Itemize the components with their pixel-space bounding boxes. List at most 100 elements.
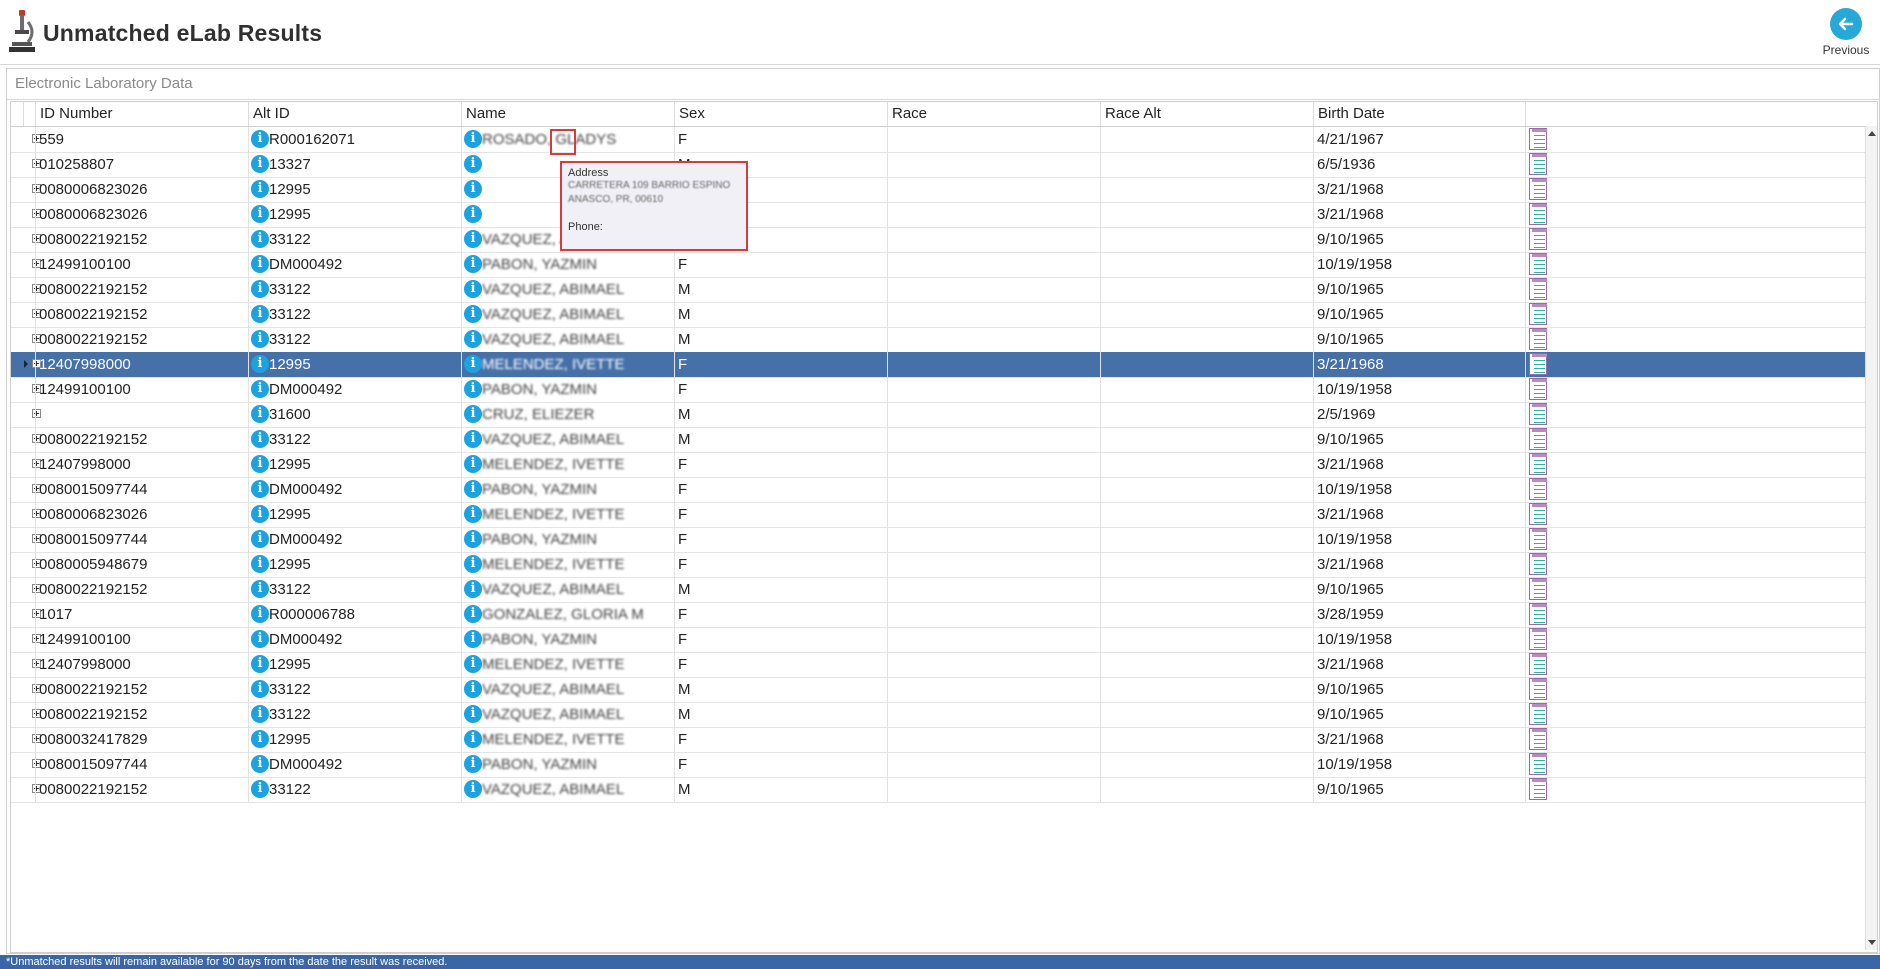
info-icon[interactable]: i bbox=[464, 130, 482, 148]
info-icon[interactable]: i bbox=[251, 630, 269, 648]
info-icon[interactable]: i bbox=[251, 780, 269, 798]
header-race-alt[interactable]: Race Alt bbox=[1100, 102, 1313, 126]
info-icon[interactable]: i bbox=[251, 305, 269, 323]
table-row[interactable]: 0080022192152i33122iVAZQUEZ, ABIMAELM9/1… bbox=[11, 577, 1866, 603]
info-icon[interactable]: i bbox=[464, 755, 482, 773]
info-icon[interactable]: i bbox=[464, 555, 482, 573]
info-icon[interactable]: i bbox=[464, 330, 482, 348]
info-icon[interactable]: i bbox=[251, 405, 269, 423]
report-icon[interactable] bbox=[1529, 503, 1547, 525]
info-icon[interactable]: i bbox=[464, 380, 482, 398]
info-icon[interactable]: i bbox=[464, 455, 482, 473]
scroll-up-icon[interactable] bbox=[1868, 131, 1876, 136]
table-row[interactable]: 0080022192152i33122iVAZQUEZ, ABIMAELM9/1… bbox=[11, 302, 1866, 328]
info-icon[interactable]: i bbox=[251, 180, 269, 198]
info-icon[interactable]: i bbox=[464, 480, 482, 498]
table-row[interactable]: 12407998000 i 12995 i MELENDEZ, IVETTE F 3/21/… bbox=[11, 352, 1866, 378]
info-icon[interactable]: i bbox=[464, 655, 482, 673]
report-icon[interactable] bbox=[1529, 603, 1547, 625]
info-icon[interactable]: i bbox=[251, 480, 269, 498]
info-icon[interactable]: i bbox=[464, 205, 482, 223]
table-row[interactable]: 0080022192152i33122iVAZQUEZ, ABIMAELM9/1… bbox=[11, 227, 1866, 253]
previous-button[interactable]: Previous bbox=[1816, 6, 1876, 62]
report-icon[interactable] bbox=[1529, 328, 1547, 350]
report-icon[interactable] bbox=[1529, 628, 1547, 650]
info-icon[interactable]: i bbox=[464, 705, 482, 723]
info-icon[interactable]: i bbox=[464, 230, 482, 248]
table-row[interactable]: 0080006823026i12995iF3/21/1968 bbox=[11, 177, 1866, 203]
table-row[interactable]: 0080022192152i33122iVAZQUEZ, ABIMAELM9/1… bbox=[11, 702, 1866, 728]
table-row[interactable]: 12499100100 i DM000492 i PABON, YAZMIN F 10/19… bbox=[11, 627, 1866, 653]
report-icon[interactable] bbox=[1529, 178, 1547, 200]
report-icon[interactable] bbox=[1529, 553, 1547, 575]
info-icon[interactable]: i bbox=[464, 630, 482, 648]
info-icon[interactable]: i bbox=[251, 580, 269, 598]
table-row[interactable]: 0080022192152i33122iVAZQUEZ, ABIMAELM9/1… bbox=[11, 427, 1866, 453]
report-icon[interactable] bbox=[1529, 278, 1547, 300]
report-icon[interactable] bbox=[1529, 478, 1547, 500]
table-row[interactable]: 1017 i R000006788 i GONZALEZ, GLORIA M F 3/28/… bbox=[11, 602, 1866, 628]
info-icon[interactable]: i bbox=[464, 405, 482, 423]
header-race[interactable]: Race bbox=[887, 102, 1100, 126]
report-icon[interactable] bbox=[1529, 153, 1547, 175]
table-row[interactable]: i 31600 i CRUZ, ELIEZER M 2/5/1969 bbox=[11, 402, 1866, 428]
info-icon[interactable]: i bbox=[251, 505, 269, 523]
table-row[interactable]: 0080005948679 i 12995 i MELENDEZ, IVETTE F 3/2… bbox=[11, 552, 1866, 578]
info-icon[interactable]: i bbox=[464, 255, 482, 273]
table-row[interactable]: 559 i R000162071 i ROSADO, GLADYS F 4/21/1967 bbox=[11, 127, 1866, 153]
report-icon[interactable] bbox=[1529, 428, 1547, 450]
table-row[interactable]: 12499100100 i DM000492 i PABON, YAZMIN F 10/19… bbox=[11, 377, 1866, 403]
info-icon[interactable]: i bbox=[251, 755, 269, 773]
table-row[interactable]: 010258807i13327iM6/5/1936 bbox=[11, 152, 1866, 178]
report-icon[interactable] bbox=[1529, 453, 1547, 475]
header-sex[interactable]: Sex bbox=[674, 102, 887, 126]
report-icon[interactable] bbox=[1529, 778, 1547, 800]
report-icon[interactable] bbox=[1529, 253, 1547, 275]
info-icon[interactable]: i bbox=[464, 305, 482, 323]
info-icon[interactable]: i bbox=[464, 530, 482, 548]
report-icon[interactable] bbox=[1529, 203, 1547, 225]
table-row[interactable]: 12407998000 i 12995 i MELENDEZ, IVETTE F 3/21/… bbox=[11, 652, 1866, 678]
report-icon[interactable] bbox=[1529, 678, 1547, 700]
info-icon[interactable]: i bbox=[251, 705, 269, 723]
report-icon[interactable] bbox=[1529, 653, 1547, 675]
info-icon[interactable]: i bbox=[464, 730, 482, 748]
table-row[interactable]: 12499100100 i DM000492 i PABON, YAZMIN F 10/19… bbox=[11, 252, 1866, 278]
report-icon[interactable] bbox=[1529, 303, 1547, 325]
report-icon[interactable] bbox=[1529, 753, 1547, 775]
info-icon[interactable]: i bbox=[251, 380, 269, 398]
report-icon[interactable] bbox=[1529, 378, 1547, 400]
info-icon[interactable]: i bbox=[251, 680, 269, 698]
table-row[interactable]: 12407998000 i 12995 i MELENDEZ, IVETTE F 3/21/… bbox=[11, 452, 1866, 478]
vertical-scrollbar[interactable] bbox=[1865, 126, 1877, 950]
report-icon[interactable] bbox=[1529, 353, 1547, 375]
info-icon[interactable]: i bbox=[464, 780, 482, 798]
report-icon[interactable] bbox=[1529, 728, 1547, 750]
info-icon[interactable]: i bbox=[464, 505, 482, 523]
info-icon[interactable]: i bbox=[464, 680, 482, 698]
report-icon[interactable] bbox=[1529, 528, 1547, 550]
info-icon[interactable]: i bbox=[464, 180, 482, 198]
info-icon[interactable]: i bbox=[251, 730, 269, 748]
info-icon[interactable]: i bbox=[464, 430, 482, 448]
info-icon[interactable]: i bbox=[464, 155, 482, 173]
table-row[interactable]: 0080015097744 i DM000492 i PABON, YAZMIN F 10/… bbox=[11, 752, 1866, 778]
info-icon[interactable]: i bbox=[251, 255, 269, 273]
info-icon[interactable]: i bbox=[464, 580, 482, 598]
info-icon[interactable]: i bbox=[251, 355, 269, 373]
table-row[interactable]: 0080022192152i33122iVAZQUEZ, ABIMAELM9/1… bbox=[11, 277, 1866, 303]
table-row[interactable]: 0080006823026i12995iF3/21/1968 bbox=[11, 202, 1866, 228]
info-icon[interactable]: i bbox=[251, 230, 269, 248]
table-row[interactable]: 0080006823026 i 12995 i MELENDEZ, IVETTE F 3/2… bbox=[11, 502, 1866, 528]
table-row[interactable]: 0080015097744 i DM000492 i PABON, YAZMIN F 10/… bbox=[11, 527, 1866, 553]
info-icon[interactable]: i bbox=[464, 605, 482, 623]
info-icon[interactable]: i bbox=[251, 655, 269, 673]
report-icon[interactable] bbox=[1529, 403, 1547, 425]
header-birth-date[interactable]: Birth Date bbox=[1313, 102, 1525, 126]
report-icon[interactable] bbox=[1529, 578, 1547, 600]
report-icon[interactable] bbox=[1529, 228, 1547, 250]
table-row[interactable]: 0080022192152i33122iVAZQUEZ, ABIMAELM9/1… bbox=[11, 327, 1866, 353]
header-alt-id[interactable]: Alt ID bbox=[248, 102, 461, 126]
info-icon[interactable]: i bbox=[251, 555, 269, 573]
info-icon[interactable]: i bbox=[251, 280, 269, 298]
